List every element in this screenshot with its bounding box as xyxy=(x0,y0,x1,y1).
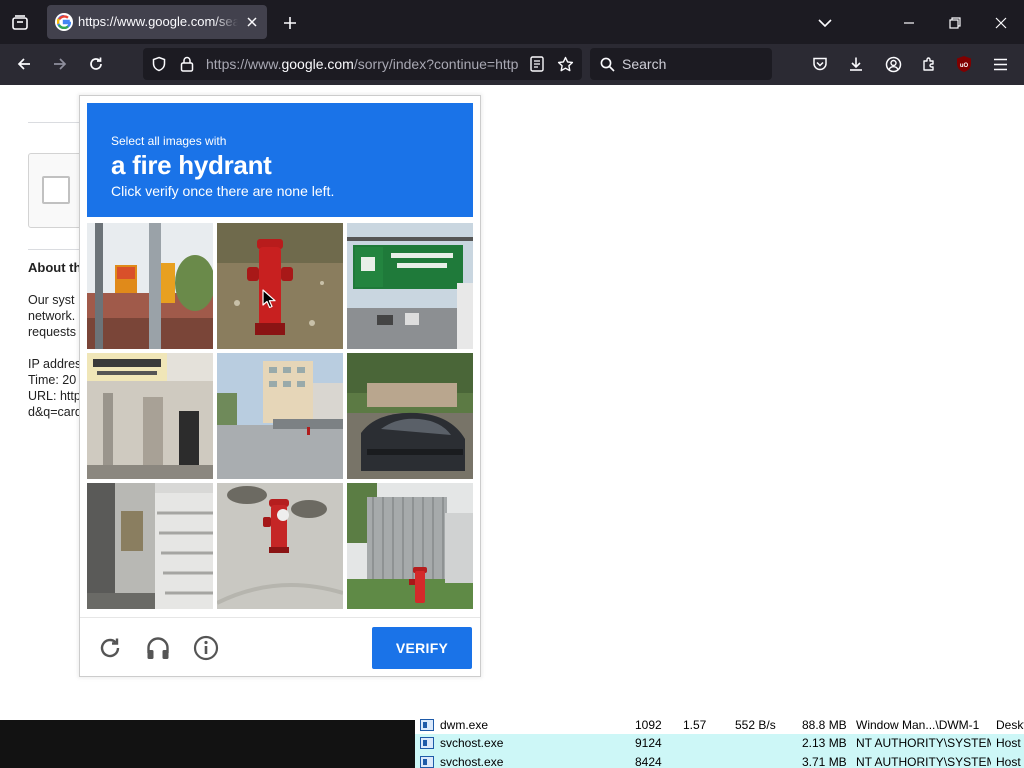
captcha-tile-3[interactable] xyxy=(347,223,473,349)
forward-icon[interactable] xyxy=(49,53,71,75)
info-icon[interactable] xyxy=(192,634,220,662)
page-heading: About th xyxy=(28,260,82,275)
pocket-icon[interactable] xyxy=(809,53,831,75)
mouse-cursor-icon xyxy=(262,289,276,314)
task-manager-list: dwm.exe 1092 1.57 552 B/s 88.8 MB Window… xyxy=(415,714,1024,768)
verify-button[interactable]: VERIFY xyxy=(372,627,472,669)
google-favicon xyxy=(55,13,73,31)
url-bar[interactable]: https://www.google.com/sorry/index?conti… xyxy=(143,48,582,80)
table-row[interactable]: svchost.exe 8424 3.71 MB NT AUTHORITY\SY… xyxy=(415,753,1024,768)
tab-title: https://www.google.com/sear xyxy=(78,14,238,29)
account-icon[interactable] xyxy=(882,53,904,75)
lock-icon[interactable] xyxy=(177,54,197,74)
divider xyxy=(28,249,80,250)
active-tab[interactable]: https://www.google.com/sear xyxy=(47,5,267,39)
captcha-tile-7[interactable] xyxy=(87,483,213,609)
ublock-icon[interactable]: uO xyxy=(953,53,975,75)
captcha-challenge-dialog: Select all images with a fire hydrant Cl… xyxy=(79,95,481,677)
recaptcha-checkbox[interactable] xyxy=(42,176,70,204)
table-row[interactable]: svchost.exe 9124 2.13 MB NT AUTHORITY\SY… xyxy=(415,734,1024,753)
captcha-tile-5[interactable] xyxy=(217,353,343,479)
captcha-image-grid xyxy=(87,223,473,609)
tab-bar: https://www.google.com/sear xyxy=(0,0,1024,44)
menu-icon[interactable] xyxy=(989,53,1011,75)
minimize-icon[interactable] xyxy=(898,12,920,34)
divider xyxy=(28,122,80,123)
page-details: IP addres Time: 20 URL: http d&q=card xyxy=(28,357,82,419)
captcha-tile-8[interactable] xyxy=(217,483,343,609)
background-window xyxy=(0,720,415,768)
captcha-tile-4[interactable] xyxy=(87,353,213,479)
svg-text:uO: uO xyxy=(960,63,969,69)
new-tab-icon[interactable] xyxy=(279,12,301,34)
downloads-icon[interactable] xyxy=(845,53,867,75)
captcha-footer: VERIFY xyxy=(80,617,480,676)
captcha-header: Select all images with a fire hydrant Cl… xyxy=(87,103,473,217)
search-bar[interactable]: Search xyxy=(590,48,772,80)
page-paragraph: Our syst network. requests xyxy=(28,293,76,339)
captcha-target: a fire hydrant xyxy=(111,150,272,180)
captcha-tile-2[interactable] xyxy=(217,223,343,349)
back-icon[interactable] xyxy=(13,53,35,75)
search-input[interactable]: Search xyxy=(622,56,666,72)
captcha-tile-9[interactable] xyxy=(347,483,473,609)
captcha-subtext: Click verify once there are none left. xyxy=(111,183,335,199)
tab-list-icon[interactable] xyxy=(9,12,31,34)
close-tab-icon[interactable] xyxy=(243,13,261,31)
captcha-instruction: Select all images with xyxy=(111,134,227,148)
reload-icon[interactable] xyxy=(85,53,107,75)
process-icon xyxy=(420,737,434,749)
reload-icon[interactable] xyxy=(96,634,124,662)
tracking-shield-icon[interactable] xyxy=(149,54,169,74)
list-all-tabs-icon[interactable] xyxy=(814,12,836,34)
restore-icon[interactable] xyxy=(944,12,966,34)
audio-challenge-icon[interactable] xyxy=(144,634,172,662)
close-window-icon[interactable] xyxy=(990,12,1012,34)
reader-view-icon[interactable] xyxy=(527,54,547,74)
bookmark-star-icon[interactable] xyxy=(555,54,575,74)
table-row[interactable]: dwm.exe 1092 1.57 552 B/s 88.8 MB Window… xyxy=(415,716,1024,735)
search-icon xyxy=(598,55,616,73)
captcha-tile-1[interactable] xyxy=(87,223,213,349)
process-icon xyxy=(420,756,434,768)
url-text[interactable]: https://www.google.com/sorry/index?conti… xyxy=(206,56,518,72)
extensions-icon[interactable] xyxy=(918,53,940,75)
process-icon xyxy=(420,719,434,731)
captcha-tile-6[interactable] xyxy=(347,353,473,479)
